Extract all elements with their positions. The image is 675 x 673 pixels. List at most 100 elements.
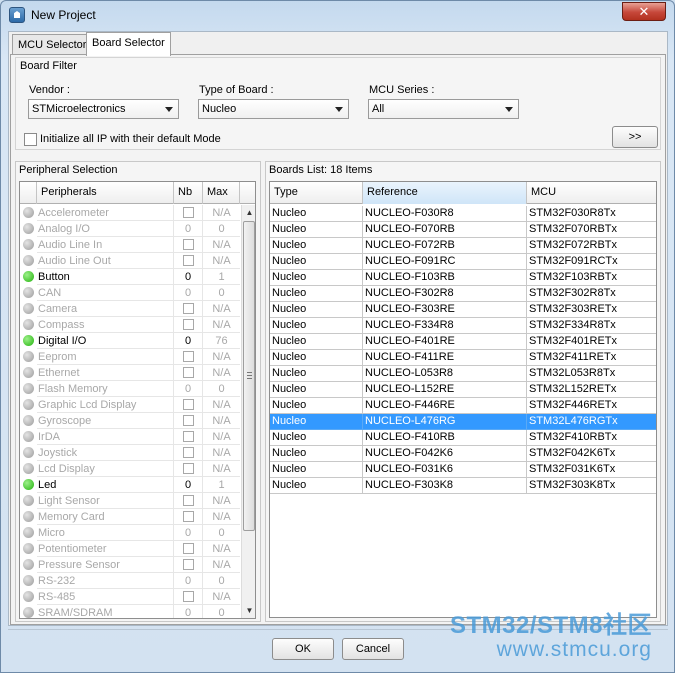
peripheral-row[interactable]: Analog I/O 0 0 [20,221,240,237]
peripheral-nb[interactable] [174,413,203,429]
peripheral-checkbox[interactable] [182,463,194,474]
peripheral-row[interactable]: Eeprom N/A [20,349,240,365]
peripheral-checkbox[interactable] [182,399,194,410]
peripheral-checkbox[interactable] [182,255,194,266]
peripheral-checkbox[interactable] [182,415,194,426]
peripheral-nb[interactable] [174,349,203,365]
board-row[interactable]: Nucleo NUCLEO-F401RE STM32F401RETx [270,334,656,350]
peripheral-row[interactable]: RS-232 0 0 [20,573,240,589]
board-row[interactable]: Nucleo NUCLEO-F072RB STM32F072RBTx [270,238,656,254]
peripheral-nb[interactable] [174,237,203,253]
peripheral-row[interactable]: Audio Line Out N/A [20,253,240,269]
peripheral-nb[interactable] [174,365,203,381]
header-max[interactable]: Max [203,182,240,204]
peripheral-row[interactable]: RS-485 N/A [20,589,240,605]
peripheral-row[interactable]: Potentiometer N/A [20,541,240,557]
peripheral-row[interactable]: Camera N/A [20,301,240,317]
peripheral-row[interactable]: IrDA N/A [20,429,240,445]
peripheral-checkbox[interactable] [182,591,194,602]
ok-button[interactable]: OK [272,638,334,660]
peripheral-checkbox[interactable] [182,559,194,570]
peripheral-row[interactable]: Led 0 1 [20,477,240,493]
peripheral-nb[interactable] [174,461,203,477]
board-mcu: STM32F042K6Tx [527,446,656,462]
tab-board-selector[interactable]: Board Selector [86,32,171,56]
peripheral-row[interactable]: Light Sensor N/A [20,493,240,509]
peripheral-nb[interactable] [174,589,203,605]
board-row[interactable]: Nucleo NUCLEO-L152RE STM32L152RETx [270,382,656,398]
peripheral-nb: 0 [174,285,203,301]
board-row[interactable]: Nucleo NUCLEO-F030R8 STM32F030R8Tx [270,206,656,222]
header-type[interactable]: Type [270,182,363,204]
peripheral-row[interactable]: Compass N/A [20,317,240,333]
peripheral-row[interactable]: Flash Memory 0 0 [20,381,240,397]
board-row[interactable]: Nucleo NUCLEO-F070RB STM32F070RBTx [270,222,656,238]
board-row[interactable]: Nucleo NUCLEO-F334R8 STM32F334R8Tx [270,318,656,334]
board-row[interactable]: Nucleo NUCLEO-F411RE STM32F411RETx [270,350,656,366]
peripheral-row[interactable]: CAN 0 0 [20,285,240,301]
peripheral-row[interactable]: Gyroscope N/A [20,413,240,429]
peripheral-nb[interactable] [174,429,203,445]
peripheral-nb[interactable] [174,301,203,317]
peripheral-row[interactable]: Memory Card N/A [20,509,240,525]
peripheral-nb[interactable] [174,509,203,525]
init-ip-checkbox[interactable] [24,133,37,146]
peripheral-row[interactable]: Ethernet N/A [20,365,240,381]
peripheral-row[interactable]: Graphic Lcd Display N/A [20,397,240,413]
peripheral-row[interactable]: Lcd Display N/A [20,461,240,477]
peripheral-checkbox[interactable] [182,543,194,554]
board-row[interactable]: Nucleo NUCLEO-F446RE STM32F446RETx [270,398,656,414]
vendor-dropdown[interactable]: STMicroelectronics [28,99,179,119]
board-row[interactable]: Nucleo NUCLEO-F302R8 STM32F302R8Tx [270,286,656,302]
cancel-button[interactable]: Cancel [342,638,404,660]
peripheral-checkbox[interactable] [182,511,194,522]
board-row[interactable]: Nucleo NUCLEO-F303RE STM32F303RETx [270,302,656,318]
peripherals-scrollbar[interactable]: ▲ ▼ [241,205,255,618]
peripheral-row[interactable]: SRAM/SDRAM 0 0 [20,605,240,618]
header-reference[interactable]: Reference [363,182,527,204]
board-row[interactable]: Nucleo NUCLEO-L476RG STM32L476RGTx [270,414,656,430]
peripheral-nb[interactable] [174,541,203,557]
board-row[interactable]: Nucleo NUCLEO-F410RB STM32F410RBTx [270,430,656,446]
board-row[interactable]: Nucleo NUCLEO-F103RB STM32F103RBTx [270,270,656,286]
peripheral-checkbox[interactable] [182,319,194,330]
peripheral-row[interactable]: Digital I/O 0 76 [20,333,240,349]
board-row[interactable]: Nucleo NUCLEO-L053R8 STM32L053R8Tx [270,366,656,382]
peripheral-row[interactable]: Micro 0 0 [20,525,240,541]
peripheral-checkbox[interactable] [182,447,194,458]
type-of-board-dropdown[interactable]: Nucleo [198,99,349,119]
close-button[interactable]: ✕ [622,2,666,21]
scroll-thumb[interactable] [243,221,255,531]
peripheral-checkbox[interactable] [182,367,194,378]
peripheral-nb[interactable] [174,205,203,221]
board-row[interactable]: Nucleo NUCLEO-F091RC STM32F091RCTx [270,254,656,270]
peripheral-checkbox[interactable] [182,303,194,314]
board-row[interactable]: Nucleo NUCLEO-F042K6 STM32F042K6Tx [270,446,656,462]
peripheral-nb[interactable] [174,317,203,333]
peripheral-checkbox[interactable] [182,431,194,442]
peripheral-checkbox[interactable] [182,351,194,362]
peripheral-row[interactable]: Accelerometer N/A [20,205,240,221]
mcu-series-dropdown[interactable]: All [368,99,519,119]
peripheral-checkbox[interactable] [182,495,194,506]
header-mcu[interactable]: MCU [527,182,656,204]
peripheral-row[interactable]: Joystick N/A [20,445,240,461]
board-row[interactable]: Nucleo NUCLEO-F303K8 STM32F303K8Tx [270,478,656,494]
expand-button[interactable]: >> [612,126,658,148]
scroll-down-icon[interactable]: ▼ [242,603,255,618]
tab-mcu-selector[interactable]: MCU Selector [12,34,93,55]
peripheral-checkbox[interactable] [182,239,194,250]
header-nb[interactable]: Nb [174,182,203,204]
peripheral-row[interactable]: Button 0 1 [20,269,240,285]
peripheral-nb[interactable] [174,557,203,573]
peripheral-row[interactable]: Pressure Sensor N/A [20,557,240,573]
scroll-up-icon[interactable]: ▲ [242,205,255,220]
board-row[interactable]: Nucleo NUCLEO-F031K6 STM32F031K6Tx [270,462,656,478]
peripheral-nb[interactable] [174,397,203,413]
peripheral-checkbox[interactable] [182,207,194,218]
peripheral-nb[interactable] [174,253,203,269]
peripheral-row[interactable]: Audio Line In N/A [20,237,240,253]
peripheral-nb[interactable] [174,493,203,509]
header-peripherals[interactable]: Peripherals [37,182,174,204]
peripheral-nb[interactable] [174,445,203,461]
